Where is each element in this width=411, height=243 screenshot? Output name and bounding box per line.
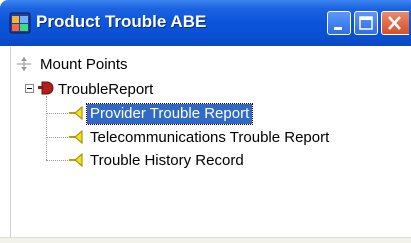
window-bottom-edge: [0, 237, 411, 243]
tree-node-telecommunications-trouble-report[interactable]: Telecommunications Trouble Report: [87, 128, 332, 148]
close-icon: [388, 16, 401, 30]
minimize-button[interactable]: [327, 11, 351, 35]
tree-node-label: Trouble History Record: [90, 152, 244, 169]
tree-leaf-icon: [69, 105, 83, 121]
minimize-icon: [334, 27, 342, 30]
tree-leaf-icon: [69, 129, 83, 145]
tree-connector: [46, 96, 47, 160]
tree-node-label: Mount Points: [40, 56, 128, 73]
tree-node-label: Provider Trouble Report: [85, 103, 254, 125]
tree-node-mount-points[interactable]: Mount Points: [37, 55, 131, 75]
title-bar[interactable]: Product Trouble ABE: [0, 0, 411, 46]
mount-points-icon: [17, 57, 31, 71]
tree-node-provider-trouble-report[interactable]: Provider Trouble Report: [85, 103, 254, 125]
collapse-toggle[interactable]: [25, 84, 34, 93]
window-title: Product Trouble ABE: [36, 12, 207, 31]
maximize-button[interactable]: [354, 11, 378, 35]
close-button[interactable]: [381, 11, 409, 35]
app-icon: [9, 12, 31, 34]
trouble-report-icon: [38, 81, 54, 95]
tree-leaf-icon: [69, 152, 83, 168]
tree-node-trouble-report[interactable]: TroubleReport: [55, 80, 156, 100]
tree-node-label: TroubleReport: [58, 81, 154, 98]
tree-view[interactable]: Mount Points TroubleReport Provider Trou…: [10, 47, 411, 237]
tree-node-trouble-history-record[interactable]: Trouble History Record: [87, 151, 247, 171]
maximize-icon: [359, 16, 373, 30]
tree-node-label: Telecommunications Trouble Report: [90, 129, 330, 146]
application-window: Product Trouble ABE Mount Points Trouble…: [0, 0, 411, 243]
